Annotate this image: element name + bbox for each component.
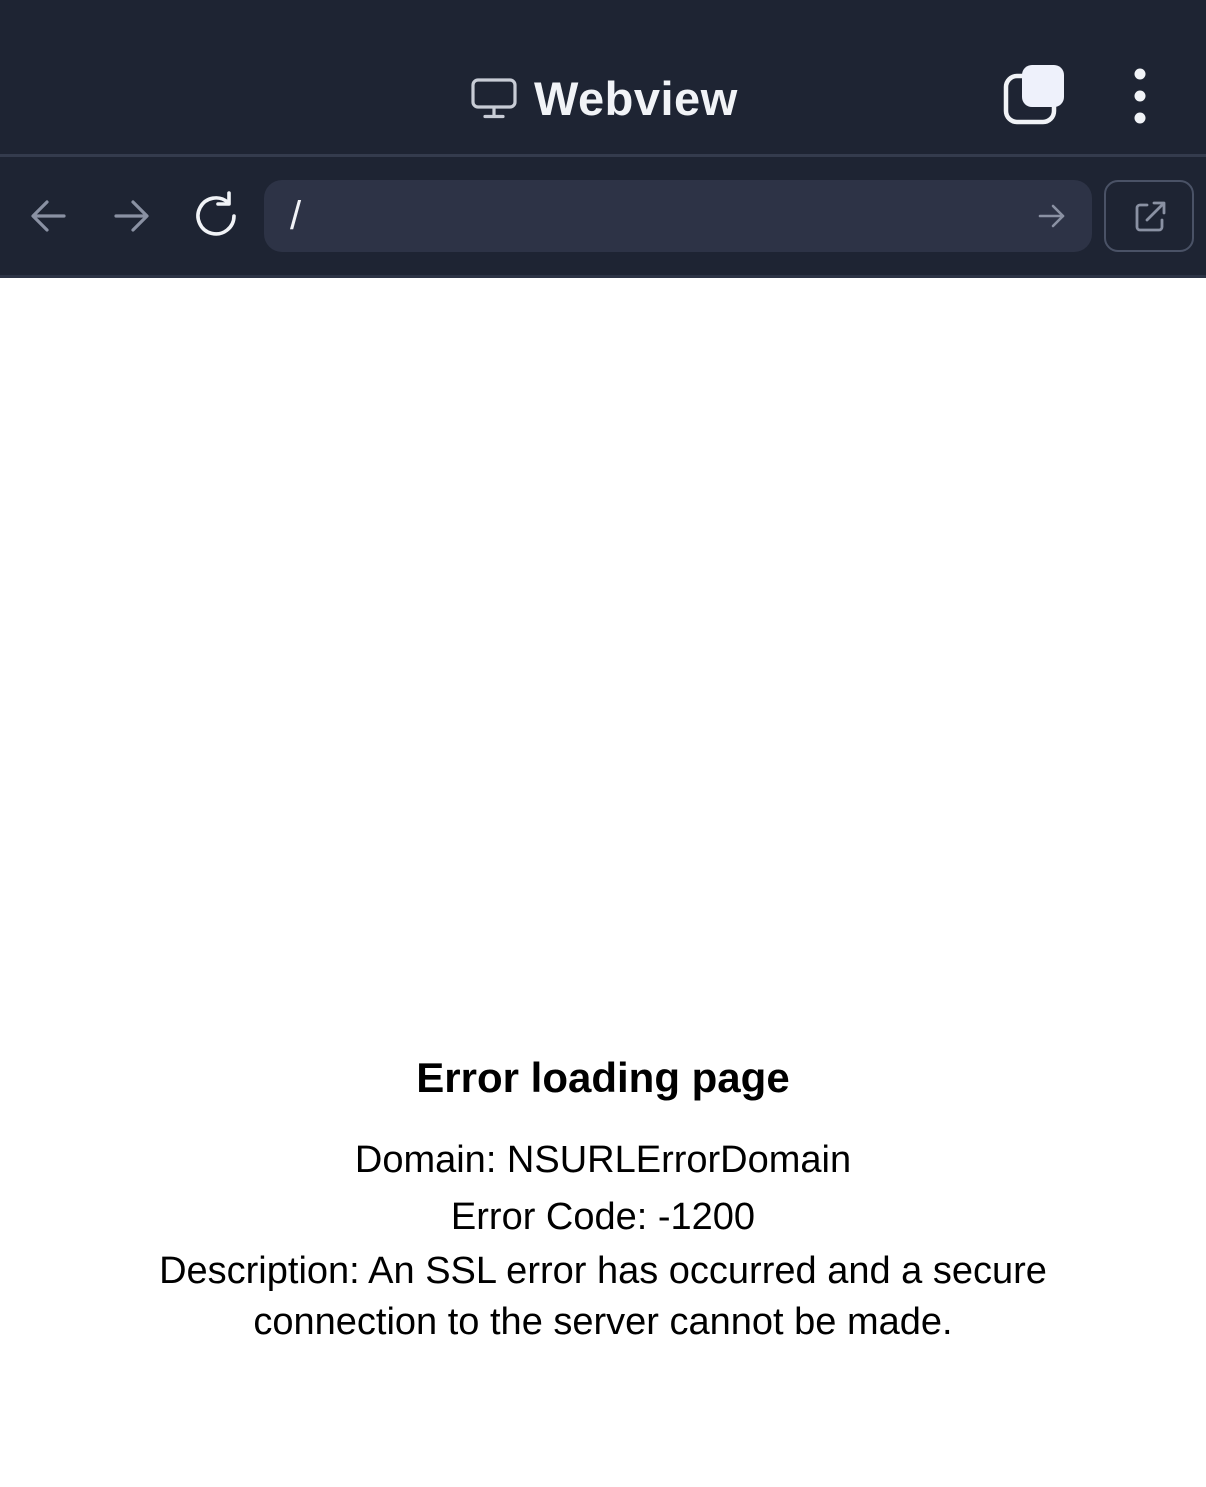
tabs-button[interactable] — [998, 62, 1070, 128]
error-domain: Domain: NSURLErrorDomain — [354, 1139, 852, 1181]
external-link-icon — [1135, 201, 1166, 232]
forward-button[interactable] — [106, 190, 158, 242]
open-external-button[interactable] — [1104, 180, 1194, 252]
arrow-right-icon — [114, 200, 149, 232]
error-title: Error loading page — [416, 1054, 790, 1101]
back-button[interactable] — [22, 190, 74, 242]
more-options-button[interactable] — [1118, 64, 1162, 128]
header-title-group: Webview — [470, 70, 738, 126]
tabs-icon — [1003, 65, 1064, 125]
error-message: Error loading page Domain: NSURLErrorDom… — [0, 1050, 1206, 1348]
reload-icon — [196, 191, 236, 236]
error-code: Error Code: -1200 — [450, 1196, 756, 1238]
go-button[interactable] — [1034, 198, 1070, 234]
page-title: Webview — [534, 71, 738, 125]
arrow-right-icon — [1038, 204, 1065, 228]
url-input[interactable] — [264, 180, 1092, 252]
url-value[interactable]: / — [290, 192, 301, 240]
error-description: Description: An SSL error has occurred a… — [159, 1250, 1047, 1343]
monitor-icon — [470, 77, 518, 119]
app-header: Webview — [0, 0, 1206, 154]
arrow-left-icon — [31, 200, 66, 232]
more-vertical-icon — [1134, 68, 1146, 124]
reload-button[interactable] — [190, 190, 242, 242]
